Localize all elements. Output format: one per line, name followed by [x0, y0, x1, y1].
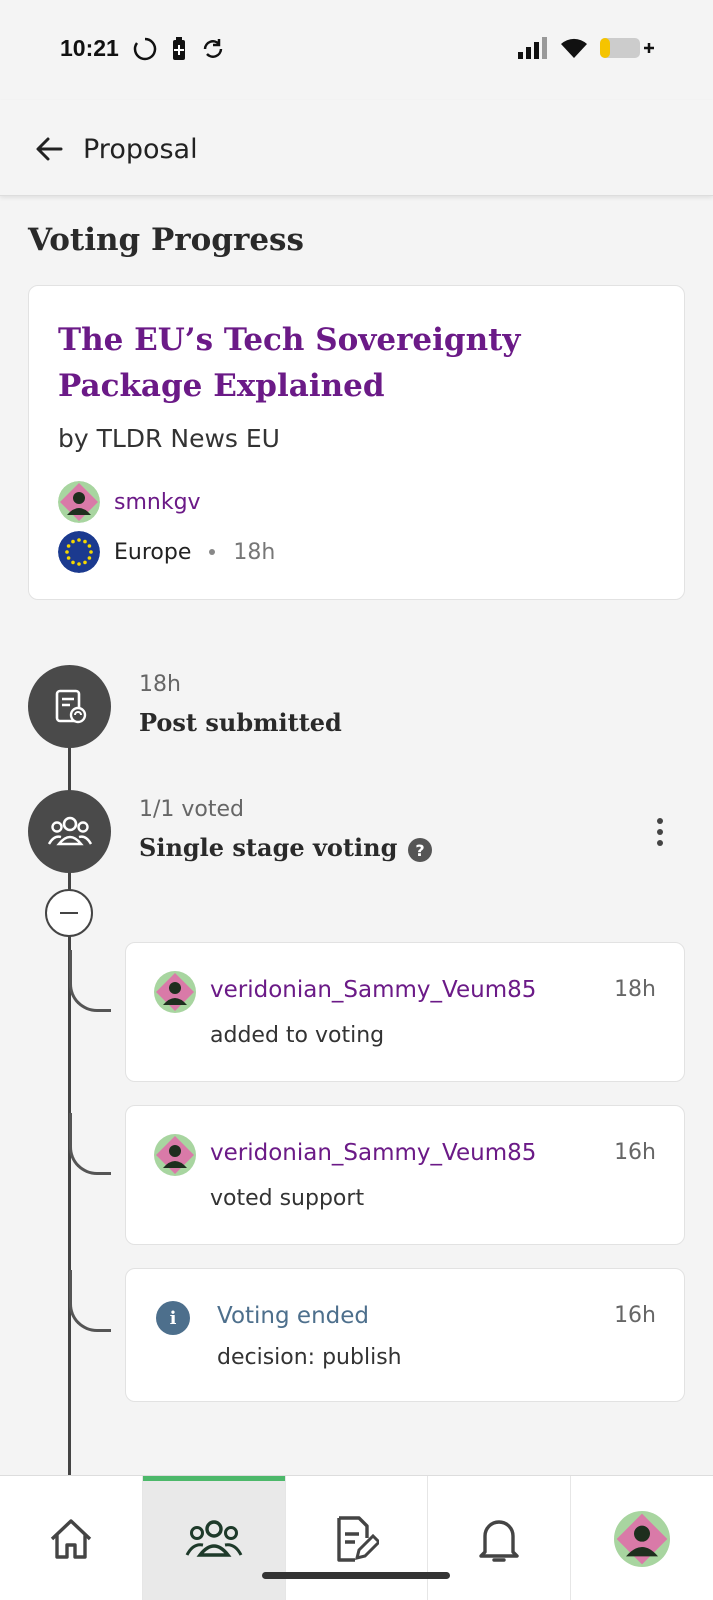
document-sync-icon [55, 689, 86, 723]
community-row[interactable]: Europe 18h [58, 531, 275, 573]
bell-icon [479, 1519, 519, 1562]
nav-home[interactable] [0, 1476, 143, 1600]
battery-icon [600, 38, 654, 58]
collapse-button[interactable] [45, 889, 93, 937]
post-title[interactable]: The EU’s Tech Sovereignty Package Explai… [58, 317, 618, 409]
voting-node [28, 790, 111, 873]
status-bar: 10:21 [0, 0, 713, 100]
info-icon: i [156, 1301, 190, 1335]
wifi-icon [561, 38, 587, 58]
voting-ended-card: i Voting ended 16h decision: publish [125, 1268, 685, 1402]
minus-icon [60, 912, 78, 914]
status-icons-left [132, 36, 226, 62]
section-title: Voting Progress [28, 222, 304, 258]
home-icon [50, 1518, 92, 1559]
document-edit-icon [337, 1515, 380, 1562]
submitted-title: Post submitted [139, 708, 342, 737]
voting-title: Single stage voting [139, 833, 398, 862]
avatar[interactable] [154, 971, 196, 1013]
voting-ended-title: Voting ended [217, 1303, 369, 1329]
back-button[interactable] [30, 130, 68, 168]
event-card: veridonian_Sammy_Veum85 16h voted suppor… [125, 1105, 685, 1245]
event-user[interactable]: veridonian_Sammy_Veum85 [210, 1140, 536, 1166]
home-indicator [262, 1572, 450, 1579]
more-options-button[interactable] [648, 814, 672, 850]
timeline-branch [69, 1270, 111, 1332]
nav-proposals[interactable] [286, 1476, 429, 1600]
group-icon [47, 816, 92, 845]
event-time: 16h [614, 1140, 656, 1165]
post-submitted-node [28, 665, 111, 748]
group-icon [185, 1519, 243, 1557]
nav-profile[interactable] [571, 1476, 713, 1600]
voting-count: 1/1 voted [139, 797, 245, 822]
arrow-left-icon [36, 137, 63, 161]
post-card[interactable]: The EU’s Tech Sovereignty Package Explai… [28, 285, 685, 600]
post-age: 18h [233, 539, 276, 565]
signal-icon [518, 37, 547, 59]
nav-communities[interactable] [142, 1476, 286, 1600]
page-title: Proposal [83, 134, 198, 165]
submitted-time: 18h [139, 672, 181, 697]
author-name[interactable]: smnkgv [114, 490, 201, 515]
battery-saver-icon [173, 37, 185, 60]
timeline-branch [69, 1113, 111, 1175]
community-name[interactable]: Europe [114, 540, 191, 565]
avatar[interactable] [58, 481, 100, 523]
help-icon[interactable]: ? [408, 838, 432, 862]
event-time: 18h [614, 977, 656, 1002]
avatar [614, 1510, 671, 1567]
eu-flag-icon[interactable] [58, 531, 100, 573]
status-time: 10:21 [60, 35, 119, 61]
event-time: 16h [614, 1303, 656, 1328]
voting-decision: decision: publish [217, 1345, 402, 1370]
app-bar: Proposal [0, 100, 713, 196]
status-icons-right [517, 36, 655, 60]
post-byline: by TLDR News EU [58, 424, 280, 453]
event-text: voted support [210, 1186, 365, 1211]
nav-notifications[interactable] [428, 1476, 572, 1600]
event-text: added to voting [210, 1023, 385, 1048]
loading-icon [133, 37, 157, 61]
timeline-branch [69, 950, 111, 1012]
separator-dot [209, 549, 216, 555]
bottom-nav [0, 1475, 713, 1600]
event-user[interactable]: veridonian_Sammy_Veum85 [210, 977, 536, 1003]
author-row[interactable]: smnkgv [58, 481, 201, 523]
avatar[interactable] [154, 1134, 196, 1176]
event-card: veridonian_Sammy_Veum85 18h added to vot… [125, 942, 685, 1082]
sync-icon [203, 39, 223, 58]
